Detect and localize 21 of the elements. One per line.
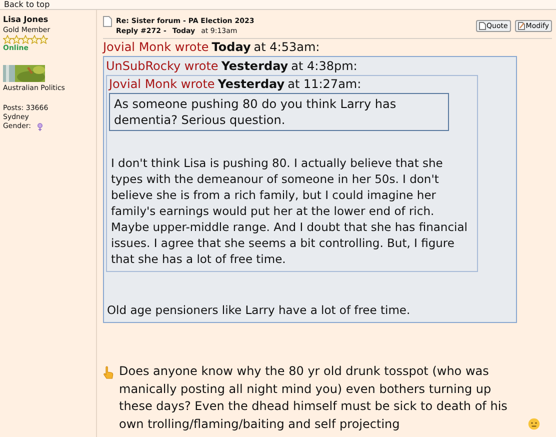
quote-time: at 11:27am:: [288, 77, 362, 91]
quote-day: Yesterday: [218, 77, 285, 91]
quote-day: Today: [212, 40, 251, 54]
pencil-icon: [518, 22, 525, 30]
quote-author[interactable]: Jovial Monk wrote: [109, 77, 215, 91]
document-icon: [478, 22, 486, 30]
quote-time: at 4:38pm:: [291, 59, 358, 73]
quote-day: Yesterday: [221, 59, 288, 73]
back-to-top-link[interactable]: Back to top: [4, 0, 50, 9]
quote-author[interactable]: UnSubRocky wrote: [106, 59, 218, 73]
quote-text: I don't think Lisa is pushing 80. I actually believe that she types with the demeanour of someone in her 50s. I don't believe she is from a rich family, but I could imagine her family's earnings would put her at the lower end of rich. Maybe upper-middle range. And I doubt that she has financial issues. I agree that she seems a bit controlling. But, I figure that she has a lot of free time.: [111, 155, 468, 267]
neutral-face-icon: [528, 418, 540, 430]
gender-icon: [37, 122, 44, 130]
pointing-hand-icon: [103, 366, 114, 379]
author-name: Lisa Jones: [3, 15, 48, 24]
quote-time: at 4:53am:: [254, 40, 320, 54]
quote-author[interactable]: Jovial Monk wrote: [103, 40, 209, 54]
post-text: Does anyone know why the 80 yr old drunk tosspot (who was manically posting all night mind you) even bothers turning up these days? Even the dhead himself must be sick to death of his own trolling/flaming/baiting and self projecting: [119, 363, 508, 432]
quote-text: As someone pushing 80 do you think Larry has dementia? Serious question.: [114, 97, 396, 127]
quote-text: Old age pensioners like Larry have a lot of free time.: [107, 302, 412, 318]
document-icon: [103, 16, 112, 27]
